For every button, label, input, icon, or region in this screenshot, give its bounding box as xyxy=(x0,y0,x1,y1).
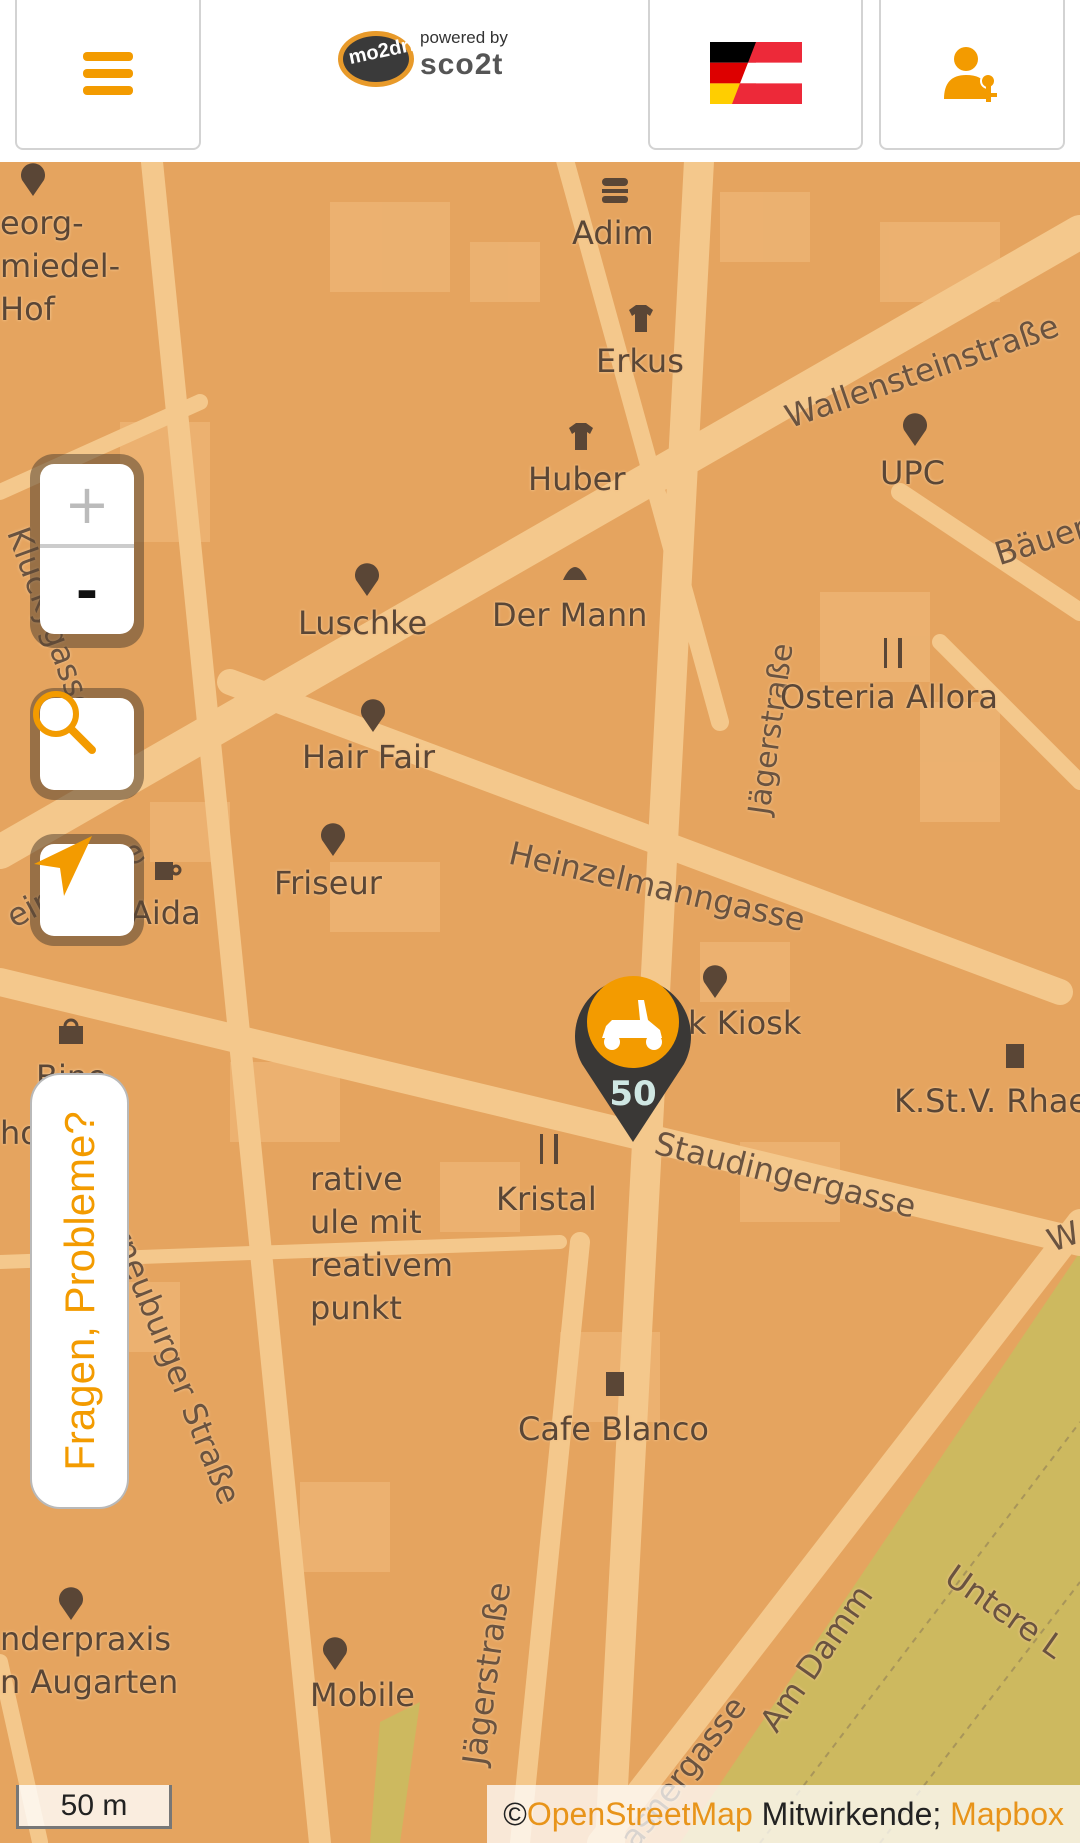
poi-label: Kristal xyxy=(496,1180,597,1218)
osm-link[interactable]: OpenStreetMap xyxy=(527,1796,753,1833)
locate-arrow-icon xyxy=(34,836,92,896)
flag-de-at-icon xyxy=(709,42,802,104)
cafe-icon xyxy=(606,1372,624,1396)
feedback-label: Fragen, Probleme? xyxy=(55,1111,103,1471)
poi-label: nderpraxis n Augarten xyxy=(0,1620,179,1701)
feedback-button[interactable]: Fragen, Probleme? xyxy=(32,1075,127,1507)
top-bar: mo2drive powered by sco2t xyxy=(0,0,1080,162)
map-attribution: © OpenStreetMap Mitwirkende; Mapbox xyxy=(487,1785,1080,1843)
burger-icon xyxy=(602,178,628,203)
map-pin-icon xyxy=(703,965,727,998)
battery-level-text: 50 xyxy=(609,1074,657,1114)
cafe-icon xyxy=(155,862,182,880)
search-icon xyxy=(33,691,96,754)
clothing-shop-icon xyxy=(629,305,653,332)
poi-label: rative ule mit reativem punkt xyxy=(310,1160,453,1327)
poi-label: Huber xyxy=(528,460,626,498)
zoom-out-button[interactable]: - xyxy=(40,548,134,634)
bar-icon xyxy=(1006,1044,1024,1068)
zoom-control: + - xyxy=(30,454,144,648)
poi-label: Erkus xyxy=(596,342,684,380)
hamburger-menu-icon xyxy=(83,52,133,95)
account-button[interactable] xyxy=(879,0,1065,150)
locate-button[interactable] xyxy=(34,836,134,936)
map-scale: 50 m xyxy=(16,1785,172,1829)
shop-bag-icon xyxy=(59,1018,83,1044)
app-logo: mo2drive powered by sco2t xyxy=(330,22,560,92)
locate-control xyxy=(30,834,144,946)
mapbox-link[interactable]: Mapbox xyxy=(950,1796,1064,1833)
map-pin-icon xyxy=(903,413,927,446)
map-pin-icon xyxy=(355,563,379,596)
poi-label: Luschke xyxy=(298,604,428,642)
poi-label: UPC xyxy=(880,454,946,492)
partner-logo-text: sco2t xyxy=(420,48,504,81)
poi-label: Hair Fair xyxy=(302,738,436,776)
attribution-prefix: © xyxy=(503,1795,527,1832)
map-pin-icon xyxy=(21,163,46,196)
poi-label: Der Mann xyxy=(492,596,648,634)
vehicle-marker[interactable]: 50 xyxy=(572,964,694,1144)
poi-label: eorg- miedel- Hof xyxy=(0,204,121,328)
poi-label: Osteria Allora xyxy=(780,678,998,716)
poi-label: k Kiosk xyxy=(688,1004,802,1042)
map-pin-icon xyxy=(323,1637,347,1670)
marker-pin-icon xyxy=(575,976,691,1142)
poi-label: Mobile xyxy=(310,1676,415,1714)
poi-label: Adim xyxy=(572,214,654,252)
clothing-shop-icon xyxy=(569,423,593,450)
menu-button[interactable] xyxy=(15,0,201,150)
map-pin-icon xyxy=(59,1587,83,1620)
zoom-in-button[interactable]: + xyxy=(40,464,134,544)
search-button[interactable] xyxy=(33,691,134,790)
poi-label: K.St.V. Rhae xyxy=(894,1082,1080,1120)
user-key-icon xyxy=(944,47,997,102)
map-pin-icon xyxy=(321,823,345,856)
search-control xyxy=(30,688,144,800)
poi-label: Cafe Blanco xyxy=(518,1410,709,1448)
map-pin-icon xyxy=(361,699,385,732)
language-button[interactable] xyxy=(648,0,863,150)
poi-label: Friseur xyxy=(274,864,382,902)
restaurant-icon xyxy=(540,1134,558,1164)
restaurant-icon xyxy=(884,638,902,668)
attribution-middle: Mitwirkende; xyxy=(752,1795,951,1832)
hairdresser-icon xyxy=(563,567,587,580)
powered-by-text: powered by xyxy=(420,28,508,47)
map-view[interactable]: Wallensteinstraße Bäuer Jägerstraße Hein… xyxy=(0,162,1080,1843)
